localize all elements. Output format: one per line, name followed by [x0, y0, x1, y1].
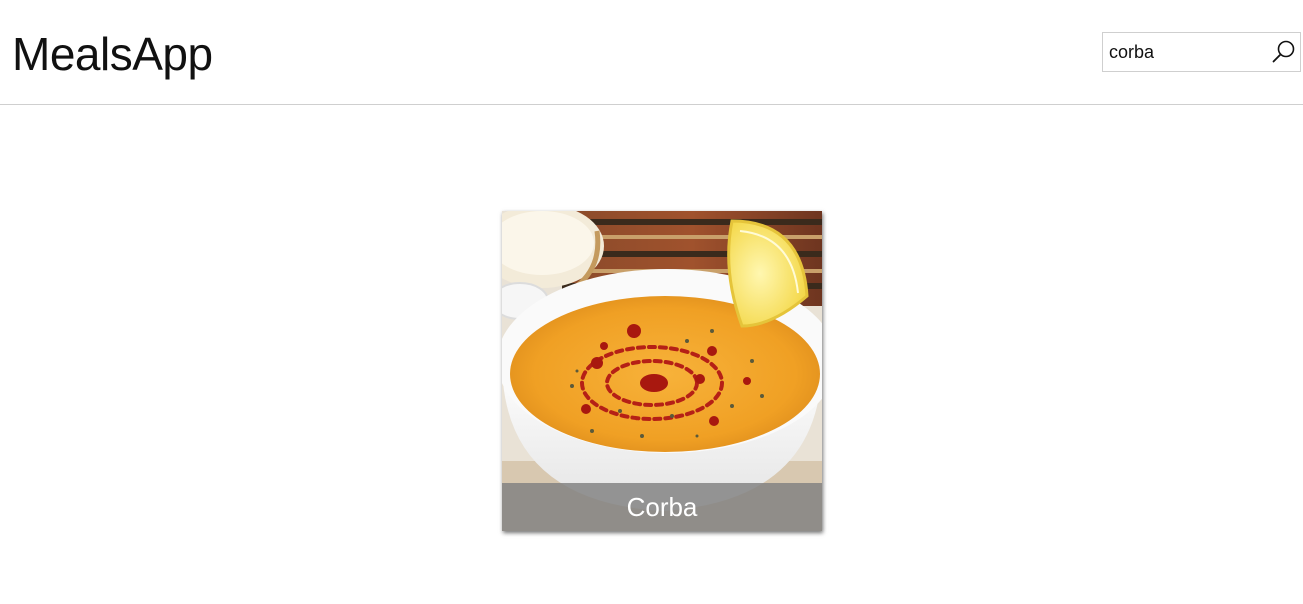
search-button[interactable] [1268, 33, 1300, 71]
meal-name: Corba [502, 483, 822, 531]
app-header: MealsApp [0, 0, 1303, 105]
search-input[interactable] [1103, 33, 1268, 71]
meal-card[interactable]: Corba [502, 211, 822, 531]
search-icon [1272, 40, 1295, 63]
search-box [1102, 32, 1301, 72]
app-title: MealsApp [12, 28, 213, 80]
